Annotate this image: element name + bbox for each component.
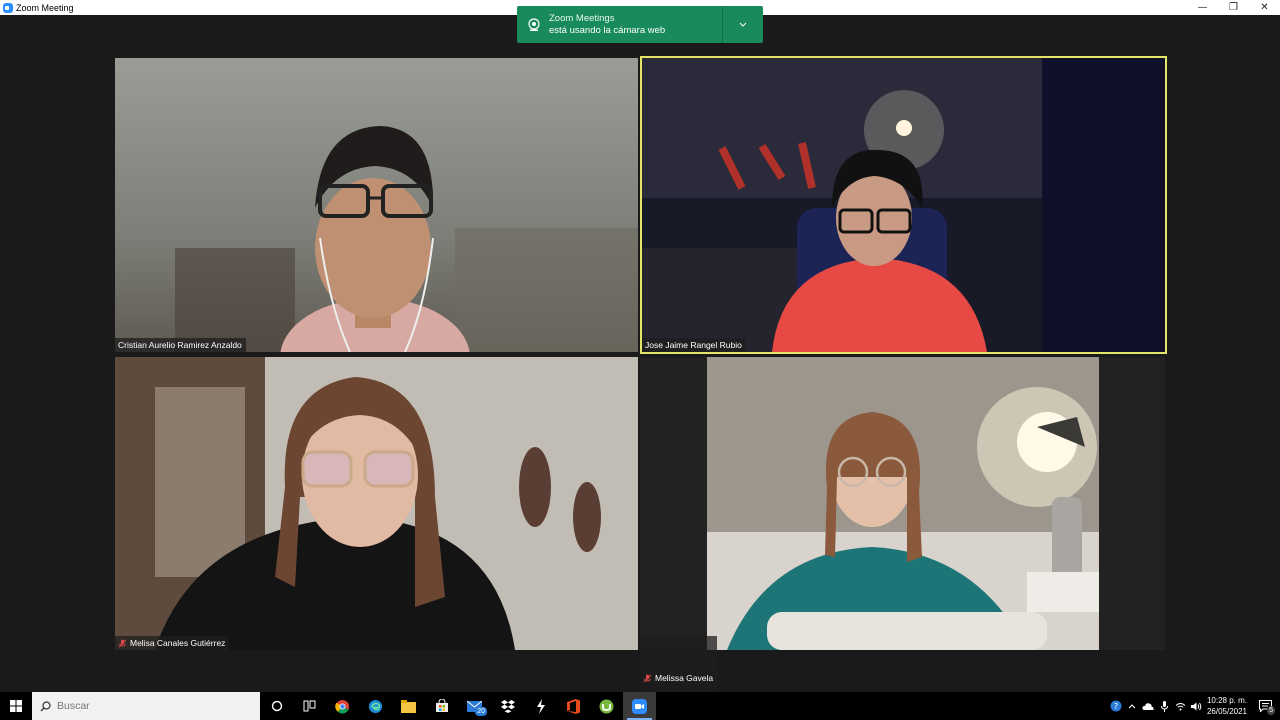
start-button[interactable] <box>0 692 32 720</box>
taskbar-clock[interactable]: 10:28 p. m. 26/05/2021 <box>1204 695 1250 717</box>
microphone-tray-button[interactable] <box>1156 692 1172 720</box>
toast-expand-button[interactable] <box>723 6 763 43</box>
search-icon <box>40 700 51 711</box>
taskbar-app-dropbox[interactable] <box>491 692 524 720</box>
window-controls: — ❐ ✕ <box>1187 0 1280 15</box>
participant-name: Cristian Aurelio Ramirez Anzaldo <box>118 340 242 350</box>
chevron-down-icon <box>739 22 747 27</box>
zoom-icon <box>632 698 647 714</box>
video-tile[interactable]: Melisa Canales Gutiérrez <box>115 357 638 650</box>
office-icon <box>567 698 580 714</box>
svg-text:?: ? <box>1114 702 1118 711</box>
winamp-icon <box>536 698 545 714</box>
cortana-button[interactable] <box>260 692 293 720</box>
minimize-button[interactable]: — <box>1187 0 1218 15</box>
participant-name: Jose Jaime Rangel Rubio <box>645 340 742 350</box>
participant-video <box>642 58 1165 352</box>
mail-unread-badge: 20 <box>475 707 487 716</box>
participant-name-label: Jose Jaime Rangel Rubio <box>642 338 746 352</box>
clock-date: 26/05/2021 <box>1206 707 1248 716</box>
participant-name-label: Melisa Canales Gutiérrez <box>115 636 230 650</box>
video-tile[interactable] <box>707 357 1099 650</box>
restore-button[interactable]: ❐ <box>1218 0 1249 15</box>
system-tray: ? 10:28 p. m. 26/05/2021 5 <box>1108 692 1280 720</box>
camera-notification-toast[interactable]: Zoom Meetings está usando la cámara web <box>517 6 763 43</box>
speaker-icon <box>1190 702 1201 710</box>
toast-text: Zoom Meetings está usando la cámara web <box>549 13 722 37</box>
notification-count-badge: 5 <box>1267 706 1275 715</box>
taskbar-app-utorrent[interactable] <box>590 692 623 720</box>
volume-tray-button[interactable] <box>1188 692 1204 720</box>
utorrent-icon <box>599 699 614 713</box>
participant-video <box>175 126 638 352</box>
toast-title: Zoom Meetings <box>549 12 615 24</box>
window-title: Zoom Meeting <box>16 2 74 13</box>
video-tile[interactable]: Cristian Aurelio Ramirez Anzaldo <box>115 58 638 352</box>
taskbar-app-chrome[interactable] <box>326 692 359 720</box>
onedrive-tray-button[interactable] <box>1140 692 1156 720</box>
search-input[interactable] <box>57 700 237 712</box>
participant-name: Melissa Gavela <box>655 673 714 683</box>
help-icon: ? <box>1110 700 1122 712</box>
show-hidden-icons-button[interactable] <box>1124 692 1140 720</box>
participant-name: Melisa Canales Gutiérrez <box>130 638 226 648</box>
close-button[interactable]: ✕ <box>1249 0 1280 15</box>
taskbar-app-office[interactable] <box>557 692 590 720</box>
windows-taskbar: 20 ? 10:28 p. m. 26/ <box>0 692 1280 720</box>
taskbar-search[interactable] <box>32 692 260 720</box>
microphone-icon <box>1160 700 1168 712</box>
taskbar-app-mail[interactable]: 20 <box>458 692 491 720</box>
task-view-button[interactable] <box>293 692 326 720</box>
taskbar-app-edge[interactable] <box>359 692 392 720</box>
taskbar-app-store[interactable] <box>425 692 458 720</box>
help-tray-button[interactable]: ? <box>1108 692 1124 720</box>
cloud-icon <box>1142 703 1154 710</box>
toast-message: está usando la cámara web <box>549 24 666 36</box>
windows-logo-icon <box>10 700 22 712</box>
cortana-icon <box>271 700 282 712</box>
chevron-up-icon <box>1128 703 1136 708</box>
taskbar-app-zoom[interactable] <box>623 692 656 720</box>
store-icon <box>435 699 448 712</box>
taskbar-app-winamp[interactable] <box>524 692 557 720</box>
action-center-button[interactable]: 5 <box>1250 692 1280 720</box>
participant-video <box>707 357 1099 650</box>
mic-muted-icon <box>643 674 652 682</box>
webcam-icon <box>528 17 540 31</box>
wifi-tray-button[interactable] <box>1172 692 1188 720</box>
task-view-icon <box>303 700 316 712</box>
taskbar-app-file-explorer[interactable] <box>392 692 425 720</box>
zoom-app-icon <box>3 2 13 13</box>
mic-muted-icon <box>118 639 127 647</box>
dropbox-icon <box>500 699 515 713</box>
video-tile-active-speaker[interactable]: Jose Jaime Rangel Rubio <box>640 56 1167 354</box>
participant-video <box>115 357 638 650</box>
edge-icon <box>368 699 383 713</box>
clock-time: 10:28 p. m. <box>1206 696 1248 705</box>
wifi-icon <box>1175 702 1185 710</box>
file-explorer-icon <box>401 699 416 713</box>
chrome-icon <box>335 699 350 714</box>
participant-name-label: Cristian Aurelio Ramirez Anzaldo <box>115 338 246 352</box>
